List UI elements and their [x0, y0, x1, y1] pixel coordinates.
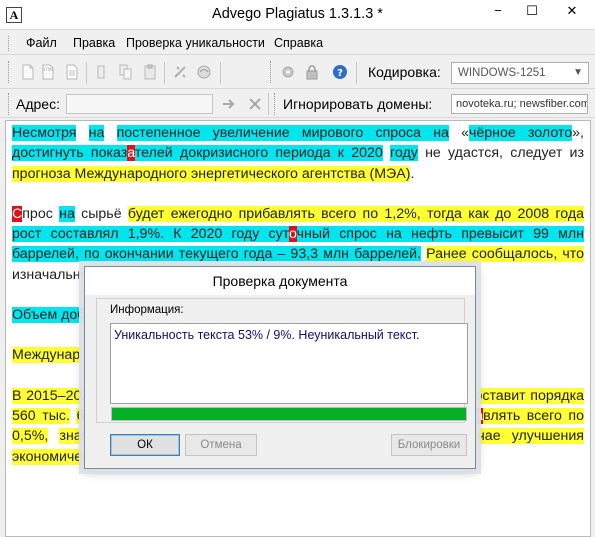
highlighted-fragment: о	[289, 226, 297, 243]
encoding-label: Кодировка:	[368, 64, 441, 80]
menu-grip-handle[interactable]	[8, 36, 11, 51]
text-fragment: прос	[22, 205, 53, 222]
toolbar-separator	[86, 62, 87, 84]
highlighted-fragment: а	[127, 145, 135, 162]
menu-file[interactable]: Файл	[26, 36, 57, 50]
blocks-button[interactable]: Блокировки	[391, 434, 467, 456]
title-bar: A Advego Plagiatus 1.3.1.3 * − ☐ ✕	[0, 0, 595, 30]
open-file-icon[interactable]	[64, 64, 80, 80]
toolbar-separator	[164, 62, 165, 84]
help-icon[interactable]: ?	[332, 64, 348, 80]
highlighted-fragment: С	[12, 205, 23, 222]
highlighted-fragment: телей докризисного периода к 2020	[134, 145, 383, 162]
text-fragment: сырьё	[74, 205, 128, 222]
info-message-box[interactable]: Уникальность текста 53% / 9%. Неуникальн…	[110, 323, 468, 404]
check-document-dialog: Проверка документа Информация: Уникально…	[84, 266, 476, 469]
html-icon[interactable]: HTML	[40, 64, 56, 80]
encoding-value: WINDOWS-1251	[458, 67, 546, 79]
close-window-button[interactable]: ✕	[549, 0, 595, 22]
cancel-button[interactable]: Отмена	[185, 434, 257, 456]
settings-icon[interactable]	[280, 64, 296, 80]
address-label: Адрес:	[16, 96, 60, 112]
chevron-down-icon[interactable]: ▼	[573, 67, 583, 78]
highlighted-fragment: а	[475, 407, 484, 424]
text-fragment: изначально	[12, 266, 93, 283]
highlighted-fragment: году	[390, 145, 418, 162]
highlighted-fragment: будет ежегодно прибавлять всего по 1,2%,…	[127, 205, 584, 222]
ignore-grip-handle[interactable]	[274, 93, 277, 115]
ignore-domains-label: Игнорировать домены:	[283, 96, 433, 112]
text-fragment: «	[448, 125, 469, 141]
highlighted-fragment: Несмотря	[12, 125, 77, 141]
lock-icon[interactable]	[304, 64, 320, 80]
text-fragment	[383, 145, 390, 161]
clear-icon[interactable]	[248, 97, 262, 111]
menu-uniqueness-check[interactable]: Проверка уникальности	[126, 36, 265, 50]
highlighted-fragment: прогноза Международного энергетического …	[12, 165, 411, 182]
text-fragment	[48, 428, 59, 444]
toolbar-separator	[268, 93, 269, 115]
menu-bar: Файл Правка Проверка уникальности Справк…	[0, 31, 595, 55]
toolbar-separator	[220, 62, 221, 84]
address-bar: Адрес: Игнорировать домены: novoteka.ru;…	[0, 90, 595, 118]
toolbar-separator	[356, 62, 357, 84]
paragraph: Несмотря на постепенное увеличение миров…	[12, 123, 584, 184]
ok-button[interactable]: ОК	[110, 434, 180, 456]
uniqueness-result: Уникальность текста 53% / 9%. Неуникальн…	[114, 328, 420, 342]
maximize-button[interactable]: ☐	[515, 0, 549, 22]
highlighted-fragment: постепенное увеличение мирового спроса н…	[116, 125, 449, 141]
toolbar-grip-handle[interactable]	[8, 61, 11, 83]
address-input[interactable]	[66, 94, 213, 114]
text-fragment: .	[410, 165, 415, 182]
highlighted-fragment: Междунар	[12, 347, 81, 364]
text-fragment	[76, 125, 88, 141]
menu-edit[interactable]: Правка	[73, 36, 115, 50]
text-fragment	[104, 125, 116, 141]
go-arrow-icon[interactable]	[222, 97, 236, 111]
check-uniqueness-icon[interactable]	[172, 64, 188, 80]
dialog-title-bar: Проверка документа	[85, 267, 475, 295]
highlighted-fragment: на	[59, 205, 75, 222]
highlighted-fragment: рост составлял 1,9%. К 2020 году сут	[12, 226, 290, 243]
copy-icon[interactable]	[118, 64, 134, 80]
web-check-icon[interactable]	[196, 64, 212, 80]
svg-text:?: ?	[337, 68, 343, 79]
address-grip-handle[interactable]	[8, 93, 11, 115]
highlighted-fragment: достигнуть показ	[12, 145, 128, 162]
cut-icon[interactable]	[94, 64, 110, 80]
text-fragment: не удастся, следует из	[417, 145, 584, 162]
dialog-title: Проверка документа	[212, 273, 348, 289]
ignore-domains-input[interactable]: novoteka.ru; newsfiber.com	[451, 94, 588, 114]
highlighted-fragment: на	[88, 125, 105, 141]
highlighted-fragment: В 2015–202	[12, 387, 90, 404]
minimize-button[interactable]: −	[481, 0, 515, 22]
progress-bar	[111, 407, 467, 421]
progress-fill	[112, 408, 466, 420]
highlighted-fragment: Ранее сообщалось, что	[426, 246, 584, 263]
window-controls: − ☐ ✕	[481, 0, 595, 22]
toolbar-grip-handle-2[interactable]	[270, 61, 273, 83]
highlighted-fragment: чёрное золото	[469, 125, 573, 141]
new-file-icon[interactable]	[20, 64, 36, 80]
text-fragment: »,	[572, 125, 584, 141]
menu-help[interactable]: Справка	[274, 36, 323, 50]
svg-text:HTML: HTML	[42, 67, 54, 72]
encoding-select[interactable]: WINDOWS-1251 ▼	[451, 62, 589, 84]
info-label: Информация:	[110, 304, 184, 316]
paste-icon[interactable]	[142, 64, 158, 80]
